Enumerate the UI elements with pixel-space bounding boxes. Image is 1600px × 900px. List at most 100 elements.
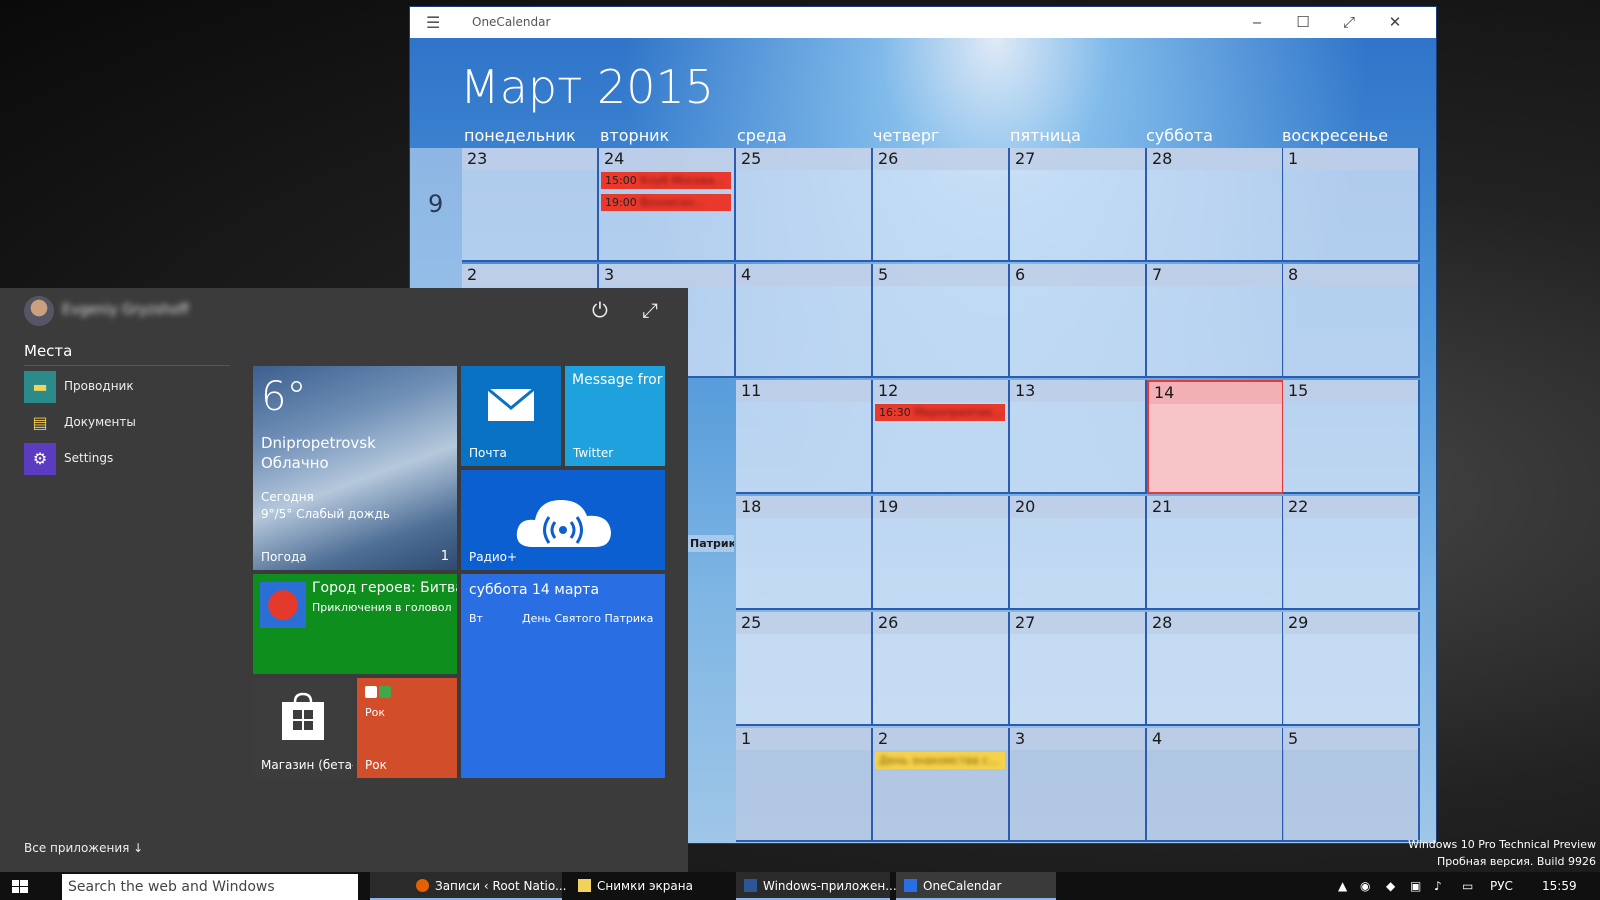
event-bar[interactable]: 15:00 Клуб Москва... — [601, 172, 731, 189]
calendar-day-cell[interactable]: 21 — [1147, 496, 1284, 610]
taskbar-item-browser[interactable]: Записи ‹ Root Natio... — [370, 872, 566, 900]
close-button[interactable]: ✕ — [1372, 7, 1418, 38]
calendar-day-cell[interactable]: 20 — [1010, 496, 1147, 610]
day-number: 6 — [1015, 265, 1026, 284]
event-bar[interactable]: 19:00 Вознесен... — [601, 194, 731, 211]
tile-weather[interactable]: 6° Dnipropetrovsk Облачно Сегодня 9°/5° … — [253, 366, 457, 570]
calendar-day-cell[interactable]: 19 — [873, 496, 1010, 610]
language-indicator[interactable]: РУС — [1490, 872, 1513, 900]
tile-store[interactable]: Магазин (бета- — [253, 678, 353, 778]
day-number: 11 — [741, 381, 762, 400]
calendar-day-cell[interactable]: 27 — [1010, 148, 1147, 262]
network-icon[interactable]: ▣ — [1410, 872, 1421, 900]
weather-temp: 6° — [261, 374, 307, 420]
calendar-day-cell[interactable]: 22 — [1283, 496, 1420, 610]
dropbox-icon[interactable]: ◆ — [1386, 872, 1395, 900]
notifications-icon[interactable]: ▭ — [1462, 872, 1473, 900]
calendar-day-cell[interactable]: 2 День знакомства с... — [873, 728, 1010, 842]
power-icon[interactable]: ⏻ — [592, 298, 608, 322]
day-number: 5 — [878, 265, 889, 284]
calendar-tile-date: суббота 14 марта — [469, 582, 600, 598]
calendar-day-cell[interactable]: 28 — [1147, 612, 1284, 726]
calendar-day-cell[interactable]: 6 — [1010, 264, 1147, 378]
calendar-day-cell[interactable]: 3 — [1010, 728, 1147, 842]
day-header-mon: понедельник — [464, 126, 576, 145]
calendar-day-cell[interactable]: 1 — [1283, 148, 1420, 262]
calendar-day-cell[interactable]: 26 — [873, 612, 1010, 726]
steam-icon[interactable]: ◉ — [1360, 872, 1370, 900]
event-time: 15:00 — [605, 174, 637, 187]
calendar-day-cell[interactable]: 25 — [736, 148, 873, 262]
day-cell-header — [1283, 728, 1418, 750]
calendar-day-cell[interactable]: 29 — [1283, 612, 1420, 726]
rock-icon-2 — [379, 686, 391, 698]
fullscreen-button[interactable]: ⤢ — [1326, 7, 1372, 38]
day-cell-header — [873, 264, 1008, 286]
start-button[interactable] — [0, 872, 40, 900]
tile-mail[interactable]: Почта — [461, 366, 561, 466]
expand-icon[interactable]: ⤢ — [642, 298, 658, 322]
place-documents[interactable]: ▤ Документы — [24, 407, 234, 439]
event-title: День знакомства с... — [879, 754, 999, 767]
event-bar[interactable]: 16:30 Мероприятие... — [875, 404, 1005, 421]
event-bar[interactable]: День знакомства с... — [875, 752, 1005, 769]
calendar-day-cell[interactable]: 23 — [462, 148, 599, 262]
place-settings[interactable]: ⚙ Settings — [24, 443, 234, 475]
calendar-day-cell[interactable]: 14 — [1147, 380, 1284, 494]
day-number: 24 — [604, 149, 625, 168]
user-name[interactable]: Evgeniy Gryzshoff — [62, 302, 189, 318]
calendar-day-cell[interactable]: 11 — [736, 380, 873, 494]
calendar-day-cell[interactable]: 7 — [1147, 264, 1284, 378]
calendar-day-cell[interactable]: 24 15:00 Клуб Москва... 19:00 Вознесен... — [599, 148, 736, 262]
calendar-day-cell[interactable]: 15 — [1283, 380, 1420, 494]
calendar-day-cell[interactable]: 5 — [873, 264, 1010, 378]
calendar-day-cell[interactable]: 1 — [736, 728, 873, 842]
calendar-day-cell[interactable]: 18 — [736, 496, 873, 610]
tray-overflow-icon[interactable]: ▲ — [1338, 872, 1347, 900]
day-number: 8 — [1288, 265, 1299, 284]
day-number: 28 — [1152, 613, 1173, 632]
all-apps-link[interactable]: Все приложения ↓ — [24, 841, 143, 855]
calendar-day-cell[interactable]: 26 — [873, 148, 1010, 262]
day-number: 27 — [1015, 149, 1036, 168]
folder-icon: ▬ — [24, 371, 56, 403]
day-header-sun: воскресенье — [1282, 126, 1389, 145]
calendar-day-cell[interactable]: 4 — [1147, 728, 1284, 842]
hamburger-menu-icon[interactable]: ☰ — [426, 13, 440, 32]
tile-rock[interactable]: Рок Рок — [357, 678, 457, 778]
day-cell-header — [1010, 264, 1145, 286]
tile-twitter[interactable]: Message fror Twitter — [565, 366, 665, 466]
day-cell-header — [736, 728, 871, 750]
maximize-button[interactable]: ☐ — [1280, 7, 1326, 38]
calendar-day-cell[interactable]: 28 — [1147, 148, 1284, 262]
user-avatar[interactable] — [24, 296, 54, 326]
taskbar-item-word[interactable]: Windows-приложен... — [736, 872, 897, 900]
clock[interactable]: 15:59 — [1542, 872, 1577, 900]
tile-calendar[interactable]: суббота 14 марта Вт День Святого Патрика — [461, 574, 665, 778]
day-cell-header — [873, 728, 1008, 750]
taskbar: Search the web and Windows Записи ‹ Root… — [0, 872, 1600, 900]
taskbar-item-screenshots[interactable]: Снимки экрана — [570, 872, 730, 900]
event-bar-patrick[interactable]: Патрика — [686, 535, 734, 552]
day-number: 26 — [878, 613, 899, 632]
calendar-day-cell[interactable]: 8 — [1283, 264, 1420, 378]
calendar-day-cell[interactable]: 12 16:30 Мероприятие... — [873, 380, 1010, 494]
volume-icon[interactable]: ♪ — [1434, 872, 1442, 900]
calendar-day-cell[interactable]: 27 — [1010, 612, 1147, 726]
calendar-day-cell[interactable]: 5 — [1283, 728, 1420, 842]
weather-today: Сегодня — [261, 490, 314, 504]
day-cell-header — [462, 264, 597, 286]
tile-game[interactable]: Город героев: Битва Приключения в голово… — [253, 574, 457, 674]
tile-radio[interactable]: Радио+ — [461, 470, 665, 570]
week-column: 9 — [410, 148, 462, 264]
search-input[interactable]: Search the web and Windows — [62, 874, 358, 900]
day-number: 1 — [1288, 149, 1299, 168]
minimize-button[interactable]: ‒ — [1234, 7, 1280, 38]
calendar-day-cell[interactable]: 4 — [736, 264, 873, 378]
calendar-day-cell[interactable]: 25 — [736, 612, 873, 726]
taskbar-item-onecalendar[interactable]: OneCalendar — [896, 872, 1056, 900]
place-explorer[interactable]: ▬ Проводник — [24, 371, 234, 403]
day-number: 22 — [1288, 497, 1309, 516]
divider — [24, 365, 230, 366]
calendar-day-cell[interactable]: 13 — [1010, 380, 1147, 494]
